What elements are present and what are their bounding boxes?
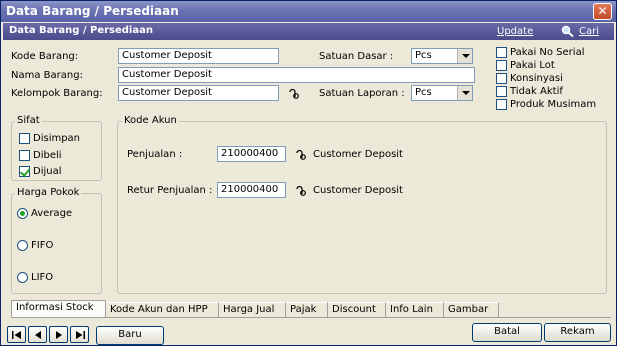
tab-divider	[11, 317, 611, 318]
update-link[interactable]: Update	[497, 26, 533, 37]
penjualan-account-name: Customer Deposit	[313, 149, 403, 160]
kode-akun-title: Kode Akun	[122, 115, 179, 126]
search-icon[interactable]	[561, 25, 575, 38]
penjualan-code-field[interactable]: 210000400	[217, 146, 286, 162]
option-checkbox-serial[interactable]	[496, 47, 507, 58]
average-label: Average	[31, 208, 73, 219]
kode-barang-field[interactable]: Customer Deposit	[118, 48, 279, 64]
option-label: Pakai No Serial	[510, 47, 585, 58]
lookup-icon[interactable]	[295, 184, 307, 196]
kelompok-barang-label: Kelompok Barang:	[11, 88, 103, 99]
new-button[interactable]: Baru	[96, 326, 164, 345]
nama-barang-field[interactable]: Customer Deposit	[118, 67, 475, 83]
lifo-label: LIFO	[31, 272, 54, 283]
search-link[interactable]: Cari	[579, 26, 599, 37]
nama-barang-label: Nama Barang:	[11, 70, 83, 81]
tab-pajak[interactable]: Pajak	[286, 302, 328, 317]
close-button[interactable]: ✕	[593, 3, 612, 20]
penjualan-label: Penjualan :	[127, 149, 183, 160]
retur-code-field[interactable]: 210000400	[217, 182, 286, 198]
chevron-down-icon[interactable]	[457, 86, 472, 100]
retur-penjualan-label: Retur Penjualan :	[127, 185, 213, 196]
next-icon	[56, 331, 62, 339]
disimpan-checkbox[interactable]	[19, 133, 30, 144]
option-label: Konsinyasi	[510, 73, 563, 84]
tab-gambar[interactable]: Gambar	[444, 302, 499, 317]
first-icon	[12, 331, 21, 339]
satuan-dasar-select[interactable]: Pcs	[411, 48, 473, 64]
disimpan-label: Disimpan	[33, 133, 81, 144]
lookup-icon[interactable]	[295, 148, 307, 160]
option-checkbox-produk-musiman[interactable]	[496, 99, 507, 110]
title-bar[interactable]: Data Barang / Persediaan ✕	[1, 1, 616, 22]
close-icon: ✕	[597, 4, 608, 18]
satuan-dasar-label: Satuan Dasar :	[319, 51, 394, 62]
average-radio[interactable]	[17, 208, 28, 219]
previous-icon	[35, 331, 41, 339]
kelompok-barang-field[interactable]: Customer Deposit	[118, 85, 279, 101]
next-record-button[interactable]	[49, 326, 68, 343]
dibeli-label: Dibeli	[33, 150, 62, 161]
satuan-laporan-select[interactable]: Pcs	[411, 85, 473, 101]
tab-discount[interactable]: Discount	[328, 302, 386, 317]
harga-pokok-title: Harga Pokok	[15, 187, 82, 198]
form-title: Data Barang / Persediaan	[9, 25, 153, 36]
tab-bar: Informasi Stock Kode Akun dan HPP Harga …	[11, 300, 611, 317]
satuan-dasar-value: Pcs	[415, 50, 432, 61]
header-bar: Data Barang / Persediaan Update Cari	[3, 23, 614, 40]
kode-barang-label: Kode Barang:	[11, 51, 79, 62]
window-title: Data Barang / Persediaan	[6, 4, 179, 18]
previous-record-button[interactable]	[28, 326, 47, 343]
cancel-button[interactable]: Batal	[472, 323, 542, 342]
first-record-button[interactable]	[7, 326, 26, 343]
dijual-label: Dijual	[33, 166, 62, 177]
app-window: Data Barang / Persediaan ✕ Data Barang /…	[0, 0, 617, 346]
kode-akun-group	[117, 121, 607, 294]
satuan-laporan-label: Satuan Laporan :	[319, 88, 405, 99]
option-checkbox-tidak-aktif[interactable]	[496, 86, 507, 97]
tab-informasi-stock[interactable]: Informasi Stock	[11, 300, 106, 317]
sifat-title: Sifat	[15, 115, 42, 126]
lookup-icon[interactable]	[288, 87, 300, 99]
option-checkbox-konsinyasi[interactable]	[496, 73, 507, 84]
option-label: Produk Musimam	[510, 99, 597, 110]
tab-kode-akun-hpp[interactable]: Kode Akun dan HPP	[106, 302, 219, 317]
fifo-radio[interactable]	[17, 240, 28, 251]
tab-info-lain[interactable]: Info Lain	[386, 302, 444, 317]
fifo-label: FIFO	[31, 240, 54, 251]
last-icon	[76, 331, 85, 339]
option-label: Tidak Aktif	[510, 86, 563, 97]
chevron-down-icon[interactable]	[457, 49, 472, 63]
dijual-checkbox[interactable]	[19, 166, 30, 177]
satuan-laporan-value: Pcs	[415, 87, 432, 98]
lifo-radio[interactable]	[17, 272, 28, 283]
save-button[interactable]: Rekam	[544, 323, 611, 342]
last-record-button[interactable]	[70, 326, 89, 343]
tab-harga-jual[interactable]: Harga Jual	[219, 302, 286, 317]
dibeli-checkbox[interactable]	[19, 150, 30, 161]
option-checkbox-lot[interactable]	[496, 60, 507, 71]
option-label: Pakai Lot	[510, 60, 555, 71]
retur-account-name: Customer Deposit	[313, 185, 403, 196]
